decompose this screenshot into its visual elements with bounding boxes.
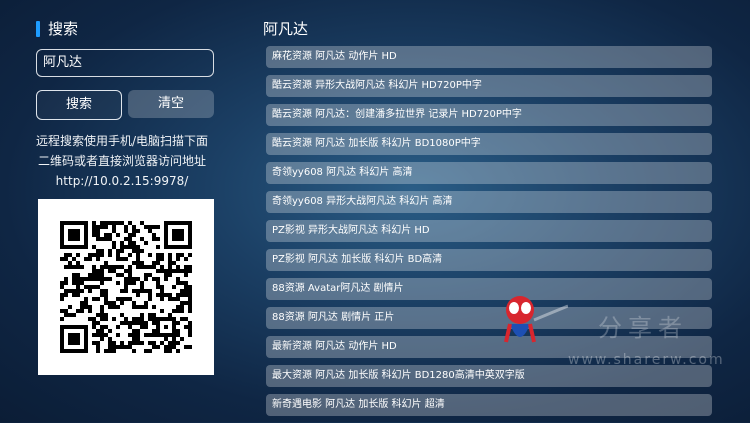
result-item[interactable]: 新奇遇电影 阿凡达 加长版 科幻片 超清 <box>266 394 712 416</box>
result-item[interactable]: 酷云资源 阿凡达：创建潘多拉世界 记录片 HD720P中字 <box>266 104 712 126</box>
hint-url: http://10.0.2.15:9978/ <box>55 174 189 188</box>
search-input[interactable]: 阿凡达 <box>36 49 214 77</box>
result-item[interactable]: 奇领yy608 阿凡达 科幻片 高清 <box>266 162 712 184</box>
title-accent-bar <box>36 20 40 37</box>
search-title-text: 搜索 <box>48 20 79 38</box>
result-item[interactable]: 酷云资源 异形大战阿凡达 科幻片 HD720P中字 <box>266 75 712 97</box>
result-list: 麻花资源 阿凡达 动作片 HD 酷云资源 异形大战阿凡达 科幻片 HD720P中字… <box>266 46 712 423</box>
result-item[interactable]: 最大资源 阿凡达 加长版 科幻片 BD1280高清中英双字版 <box>266 365 712 387</box>
result-item[interactable]: 最新资源 阿凡达 动作片 HD <box>266 336 712 358</box>
result-item[interactable]: PZ影视 异形大战阿凡达 科幻片 HD <box>266 220 712 242</box>
search-title: 搜索 <box>36 18 78 39</box>
result-item[interactable]: PZ影视 阿凡达 加长版 科幻片 BD高清 <box>266 249 712 271</box>
result-item[interactable]: 酷云资源 阿凡达 加长版 科幻片 BD1080P中字 <box>266 133 712 155</box>
qr-code <box>38 199 214 375</box>
clear-button[interactable]: 清空 <box>128 90 214 118</box>
search-panel: 搜索 阿凡达 搜索 清空 远程搜索使用手机/电脑扫描下面 二维码或者直接浏览器访… <box>0 0 240 422</box>
qr-code-image <box>60 221 192 353</box>
result-item[interactable]: 奇领yy608 异形大战阿凡达 科幻片 高清 <box>266 191 712 213</box>
hint-line: 远程搜索使用手机/电脑扫描下面 <box>35 134 209 148</box>
result-item[interactable]: 88资源 阿凡达 剧情片 正片 <box>266 307 712 329</box>
results-title: 阿凡达 <box>263 20 309 38</box>
hint-line: 二维码或者直接浏览器访问地址 <box>37 154 206 168</box>
result-item[interactable]: 88资源 Avatar阿凡达 剧情片 <box>266 278 712 300</box>
result-item[interactable]: 麻花资源 阿凡达 动作片 HD <box>266 46 712 68</box>
search-button[interactable]: 搜索 <box>36 90 122 120</box>
remote-search-hint: 远程搜索使用手机/电脑扫描下面 二维码或者直接浏览器访问地址 http://10… <box>20 131 224 191</box>
